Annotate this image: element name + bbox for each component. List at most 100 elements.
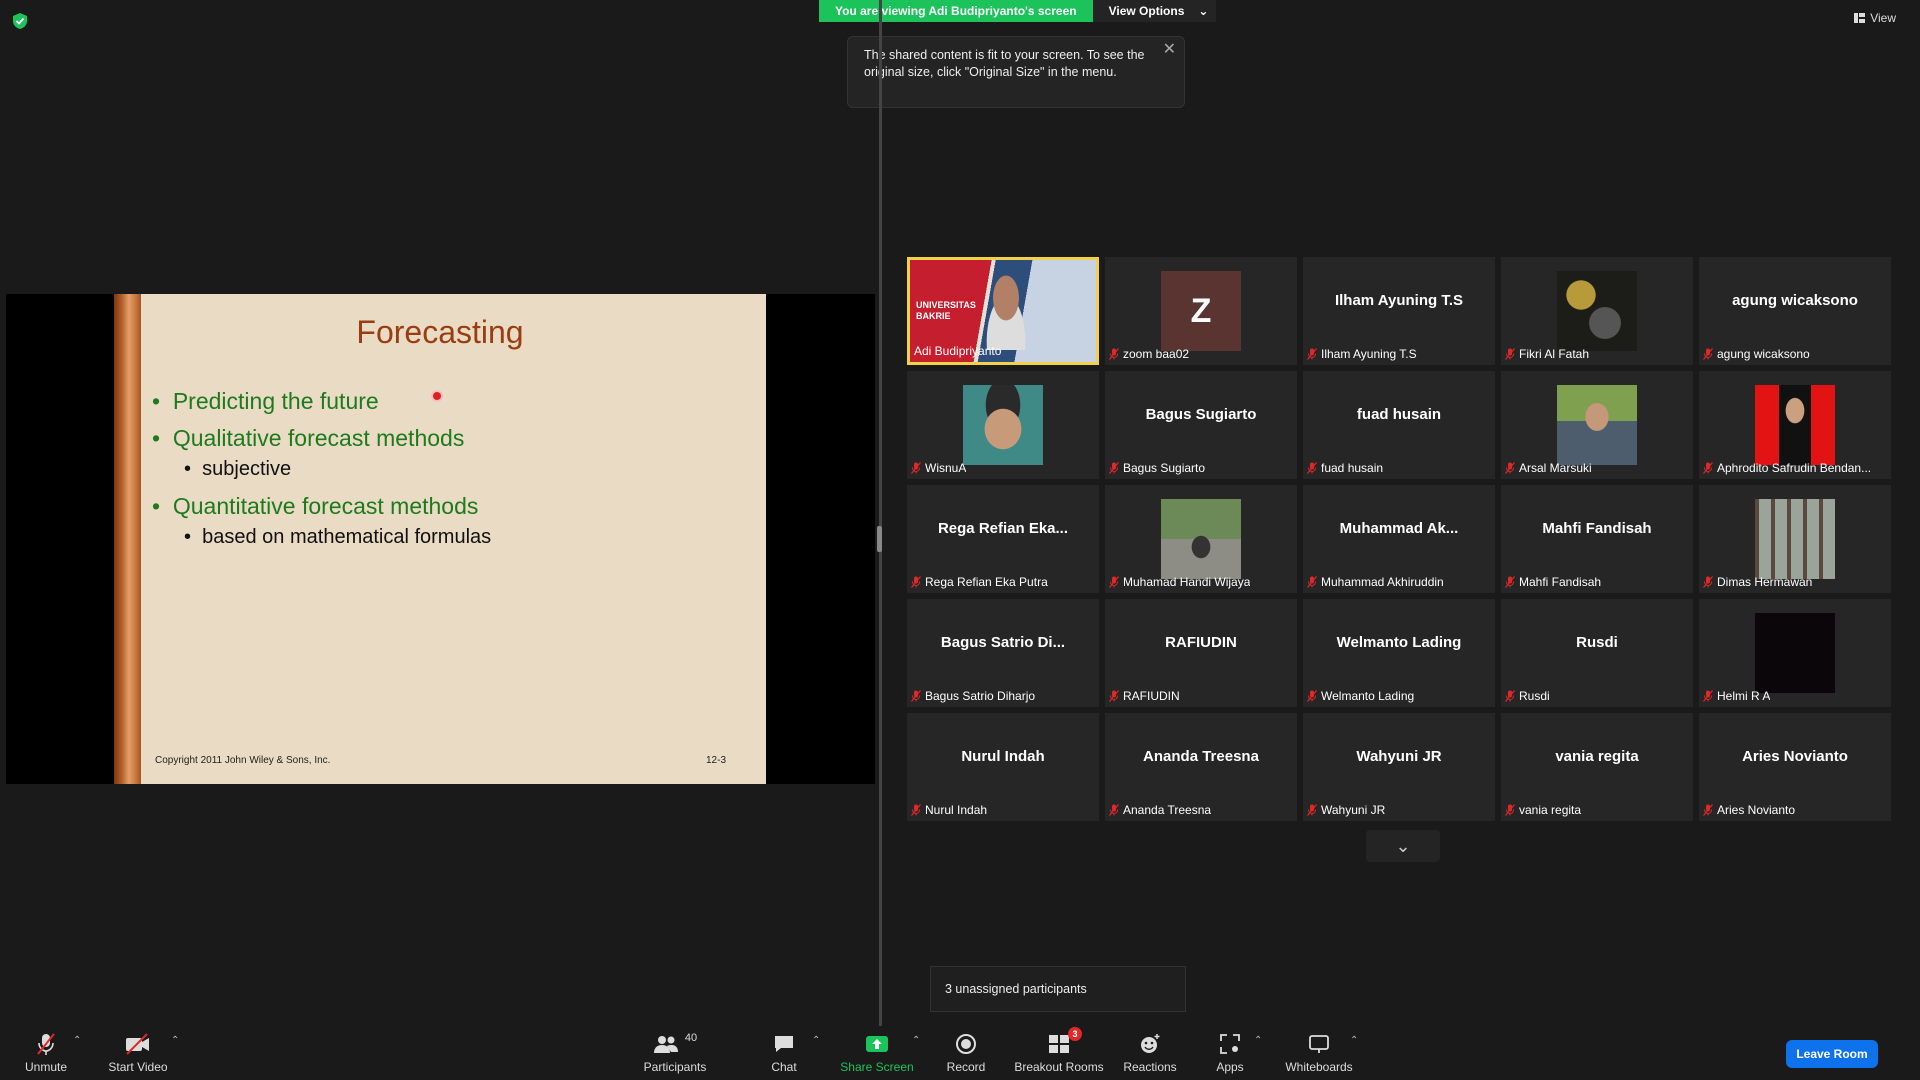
video-off-icon (124, 1031, 152, 1057)
meeting-toolbar: Unmute ⌃ Start Video ⌃ 40 Participants C… (0, 1026, 1920, 1080)
share-screen-button[interactable]: Share Screen (840, 1026, 914, 1080)
participant-tile[interactable]: Dimas Hermawan (1699, 485, 1891, 593)
avatar (1755, 385, 1835, 465)
leave-room-button[interactable]: Leave Room (1786, 1040, 1878, 1068)
unassigned-participants-popup[interactable]: 3 unassigned participants (930, 966, 1186, 1012)
apps-options-caret[interactable]: ⌃ (1254, 1035, 1262, 1046)
participant-tile[interactable]: Bagus Satrio Di... Bagus Satrio Diharjo (907, 599, 1099, 707)
participant-tile[interactable]: Welmanto Lading Welmanto Lading (1303, 599, 1495, 707)
participant-tile[interactable]: Arsal Marsuki (1501, 371, 1693, 479)
reactions-button[interactable]: Reactions (1122, 1026, 1178, 1080)
participant-tile[interactable]: vania regita vania regita (1501, 713, 1693, 821)
participant-nameplate: Bagus Satrio Diharjo (911, 687, 1035, 705)
participant-tile[interactable]: Aries Novianto Aries Novianto (1699, 713, 1891, 821)
view-button[interactable]: View (1854, 11, 1896, 25)
record-button[interactable]: Record (946, 1026, 986, 1080)
participant-tile[interactable]: Bagus Sugiarto Bagus Sugiarto (1105, 371, 1297, 479)
whiteboards-button[interactable]: Whiteboards (1284, 1026, 1354, 1080)
chat-options-caret[interactable]: ⌃ (812, 1035, 820, 1046)
start-video-button[interactable]: Start Video (106, 1026, 170, 1080)
breakout-rooms-button[interactable]: 3 Breakout Rooms (1012, 1026, 1106, 1080)
microphone-muted-icon (1505, 804, 1515, 816)
record-icon (955, 1031, 977, 1057)
participant-display-name: Bagus Satrio Di... (940, 633, 1066, 651)
participant-name: zoom baa02 (1123, 347, 1190, 361)
chevron-down-icon: ⌄ (1198, 4, 1209, 18)
apps-button[interactable]: Apps (1212, 1026, 1248, 1080)
chat-icon (773, 1031, 795, 1057)
participants-button[interactable]: 40 Participants (640, 1026, 710, 1080)
presenter-figure (976, 270, 1036, 350)
split-divider[interactable] (879, 0, 882, 1026)
microphone-muted-icon (1505, 576, 1515, 588)
participant-nameplate: Helmi R A (1703, 687, 1770, 705)
view-options-label: View Options (1108, 4, 1185, 18)
microphone-muted-icon (1307, 348, 1317, 360)
participant-display-name: Mahfi Fandisah (1542, 519, 1652, 537)
participant-display-name: Welmanto Lading (1336, 633, 1462, 651)
gallery-next-page-button[interactable]: ⌄ (1366, 830, 1440, 862)
chat-button[interactable]: Chat (764, 1026, 804, 1080)
participant-nameplate: Aries Novianto (1703, 801, 1795, 819)
divider-drag-handle[interactable] (877, 526, 882, 552)
participant-display-name: Rusdi (1576, 633, 1618, 651)
participant-name: Rusdi (1519, 689, 1550, 703)
microphone-muted-icon (911, 576, 921, 588)
participant-tile[interactable]: agung wicaksono agung wicaksono (1699, 257, 1891, 365)
view-options-button[interactable]: View Options ⌄ (1092, 0, 1217, 22)
participant-tile[interactable]: Muhamad Handi Wijaya (1105, 485, 1297, 593)
participant-name: RAFIUDIN (1123, 689, 1180, 703)
slide-copyright: Copyright 2011 John Wiley & Sons, Inc. (155, 755, 331, 766)
participant-nameplate: Mahfi Fandisah (1505, 573, 1601, 591)
participant-tile[interactable]: RAFIUDIN RAFIUDIN (1105, 599, 1297, 707)
apps-icon (1219, 1031, 1241, 1057)
video-options-caret[interactable]: ⌃ (171, 1035, 179, 1046)
participant-nameplate: Bagus Sugiarto (1109, 459, 1205, 477)
avatar (1557, 271, 1637, 351)
participant-tile[interactable]: Ilham Ayuning T.S Ilham Ayuning T.S (1303, 257, 1495, 365)
participant-nameplate: Ananda Treesna (1109, 801, 1211, 819)
security-shield-icon[interactable] (12, 12, 28, 30)
participant-tile[interactable]: Mahfi Fandisah Mahfi Fandisah (1501, 485, 1693, 593)
participant-nameplate: Dimas Hermawan (1703, 573, 1812, 591)
participant-tile[interactable]: WisnuA (907, 371, 1099, 479)
slide-sub-bullet: • based on mathematical formulas (184, 526, 492, 548)
participant-display-name: Ananda Treesna (1143, 747, 1259, 765)
presentation-slide: Forecasting • Predicting the future • Qu… (114, 294, 766, 784)
microphone-muted-icon (1109, 804, 1119, 816)
slide-page-number: 12-3 (706, 755, 727, 766)
participant-name: Adi Budipriyanto (914, 344, 1002, 358)
participant-tile[interactable]: Rusdi Rusdi (1501, 599, 1693, 707)
participant-tile[interactable]: Ananda Treesna Ananda Treesna (1105, 713, 1297, 821)
microphone-muted-icon (1703, 690, 1713, 702)
participant-nameplate: Rega Refian Eka Putra (911, 573, 1048, 591)
participant-name: Ananda Treesna (1123, 803, 1212, 817)
microphone-muted-icon (1109, 462, 1119, 474)
participant-nameplate: Ilham Ayuning T.S (1307, 345, 1417, 363)
participant-tile[interactable]: fuad husain fuad husain (1303, 371, 1495, 479)
participant-name: Ilham Ayuning T.S (1321, 347, 1417, 361)
share-options-caret[interactable]: ⌃ (912, 1035, 920, 1046)
slide-bullet: • Predicting the future (152, 388, 379, 414)
participant-tile[interactable]: Zzoom baa02 (1105, 257, 1297, 365)
tooltip-text: The shared content is fit to your screen… (864, 48, 1145, 79)
avatar (963, 385, 1043, 465)
participant-tile[interactable]: Aphrodito Safrudin Bendan... (1699, 371, 1891, 479)
audio-options-caret[interactable]: ⌃ (73, 1035, 81, 1046)
participant-tile[interactable]: Helmi R A (1699, 599, 1891, 707)
participant-tile[interactable]: Rega Refian Eka... Rega Refian Eka Putra (907, 485, 1099, 593)
unmute-button[interactable]: Unmute (20, 1026, 72, 1080)
participant-name: Wahyuni JR (1321, 803, 1386, 817)
microphone-muted-icon (1307, 462, 1317, 474)
participant-nameplate: agung wicaksono (1703, 345, 1810, 363)
view-label: View (1870, 11, 1896, 25)
participant-tile[interactable]: Nurul Indah Nurul Indah (907, 713, 1099, 821)
close-icon[interactable]: ✕ (1163, 41, 1176, 58)
participant-tile[interactable]: Muhammad Ak... Muhammad Akhiruddin (1303, 485, 1495, 593)
participant-tile[interactable]: Fikri Al Fatah (1501, 257, 1693, 365)
participant-tile[interactable]: UNIVERSITAS BAKRIE Adi Budipriyanto (907, 257, 1099, 365)
whiteboard-options-caret[interactable]: ⌃ (1350, 1035, 1358, 1046)
avatar: Z (1161, 271, 1241, 351)
participant-tile[interactable]: Wahyuni JR Wahyuni JR (1303, 713, 1495, 821)
microphone-muted-icon (1703, 804, 1713, 816)
